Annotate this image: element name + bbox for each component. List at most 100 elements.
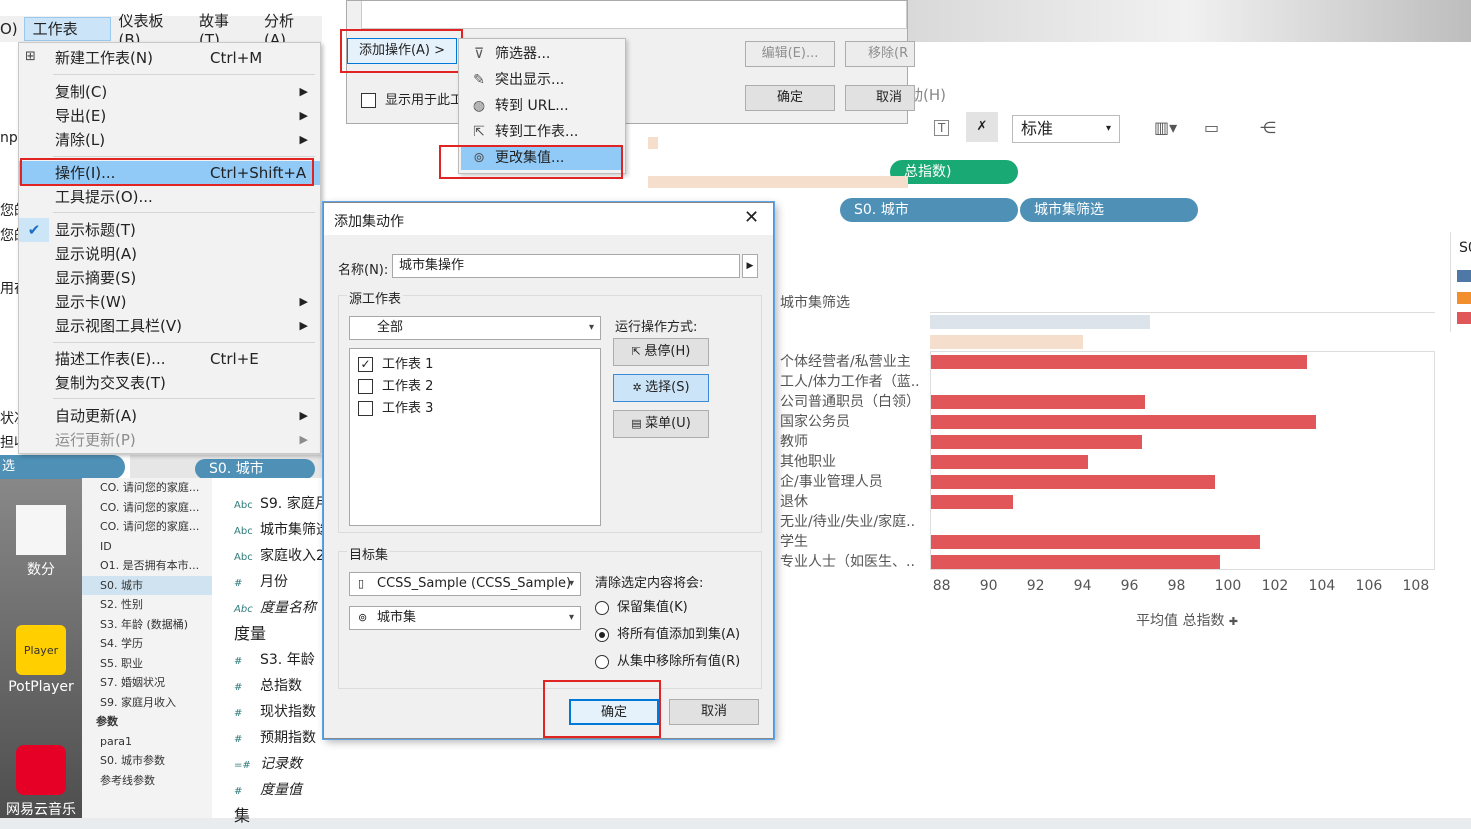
desktop-icon-potplayer[interactable]: Player PotPlayer [0,625,82,695]
chevron-down-icon: ▾ [588,322,594,333]
list-item[interactable]: ID [82,537,212,557]
category-label: 个体经营者/私营业主 [780,354,911,370]
x-tick-label: 90 [979,578,998,594]
menu-item-view-toolbar[interactable]: 显示视图工具栏(V) ▶ [19,314,320,338]
list-item[interactable]: S9. 家庭月收入 [82,693,212,713]
edit-button[interactable]: 编辑(E)... [745,41,835,67]
menu-item-new-sheet[interactable]: 新建工作表(N) Ctrl+M [19,46,320,70]
list-item[interactable]: S4. 学历 [82,634,212,654]
menu-item-show-title[interactable]: ✔ 显示标题(T) [19,218,320,242]
hover-button[interactable]: ⇱ 悬停(H) [613,338,709,366]
ok-button[interactable]: 确定 [745,85,835,111]
background-bar [648,176,908,188]
globe-icon: ◍ [472,98,486,114]
desktop-icon-netease[interactable]: 网易云音乐 [0,745,82,819]
share-icon[interactable]: ⋲ [1260,118,1276,137]
target-datasource-combo[interactable]: ▯ CCSS_Sample (CCSS_Sample) ▾ [349,572,581,596]
close-icon[interactable]: ✕ [744,207,759,228]
list-item[interactable]: S7. 婚姻状况 [82,673,212,693]
menu-item-clear[interactable]: 清除(L) ▶ [19,128,320,152]
list-item[interactable]: S5. 职业 [82,654,212,674]
menu-item-show-cards[interactable]: 显示卡(W) ▶ [19,290,320,314]
menu-item-copy-crosstab[interactable]: 复制为交叉表(T) [19,371,320,395]
pin-icon: ✚ [1228,615,1239,628]
presentation-icon[interactable]: ▭ [1204,118,1219,137]
target-set-combo[interactable]: ⊚ 城市集 ▾ [349,606,581,630]
menu-item-describe[interactable]: 描述工作表(E)... Ctrl+E [19,347,320,371]
show-actions-checkbox[interactable]: 显示用于此工 [361,89,463,108]
submenu-arrow-icon: ▶ [299,85,308,98]
number-type-icon: # [234,734,243,745]
menu-fragment[interactable]: O) [0,20,24,38]
list-item-selected[interactable]: S0. 城市 [82,575,212,595]
bar[interactable] [931,535,1260,549]
pill-city-set-filter[interactable]: 城市集筛选 [1020,198,1198,222]
menu-item-auto-update[interactable]: 自动更新(A) ▶ [19,404,320,428]
bar[interactable] [931,475,1216,489]
submenu-item-filter[interactable]: ⊽ 筛选器... [461,42,623,66]
pill-total-index[interactable]: 总指数) [890,160,1018,184]
radio-add-all[interactable]: 将所有值添加到集(A) [595,623,740,642]
remove-button[interactable]: 移除(R [845,41,915,67]
name-input[interactable]: 城市集操作 [392,254,740,278]
text-icon[interactable]: T [934,120,950,136]
bar[interactable] [931,355,1307,369]
list-item[interactable]: CO. 请问您的家庭... [82,517,212,537]
chevron-down-icon: ▾ [568,578,574,589]
bar[interactable] [931,435,1143,449]
menu-item-show-summary[interactable]: 显示摘要(S) [19,266,320,290]
menu-item-show-caption[interactable]: 显示说明(A) [19,242,320,266]
menu-item-run-update[interactable]: 运行更新(P) ▶ [19,428,320,452]
cancel-button[interactable]: 取消 [845,85,915,111]
list-item[interactable]: para1 [82,732,212,752]
bar[interactable] [931,415,1317,429]
filter-pill-fragment[interactable]: 选 [0,455,125,479]
checkmark-icon: ✔ [19,218,49,242]
list-item[interactable]: 参考线参数 [82,771,212,791]
menu-item-export[interactable]: 导出(E) ▶ [19,104,320,128]
submenu-item-url[interactable]: ◍ 转到 URL... [461,94,623,118]
select-button[interactable]: ✲ 选择(S) [613,374,709,402]
radio-remove-all[interactable]: 从集中移除所有值(R) [595,650,740,669]
sheet-checkbox-2[interactable]: 工作表 2 [358,375,433,394]
bar[interactable] [931,555,1220,569]
cancel-button[interactable]: 取消 [669,699,759,725]
list-item[interactable]: S0. 城市参数 [82,751,212,771]
source-sheet-combo[interactable]: 全部 ▾ [349,316,601,340]
bar-chart: 城市集筛选 个体经营者/私营业主 工人/体力工作者（蓝.. 公司普通职员（白领） 国家… [780,290,1440,630]
fit-dropdown[interactable]: 标准 ▾ [1012,115,1120,143]
menu-item-tooltip[interactable]: 工具提示(O)... [19,185,320,209]
bar[interactable] [931,395,1145,409]
submenu-arrow-icon: ▶ [299,109,308,122]
dialog-title: 添加集动作 [334,214,404,230]
bar[interactable] [931,455,1089,469]
sheet-checkbox-1[interactable]: ✓ 工作表 1 [358,353,433,372]
bar[interactable] [931,495,1014,509]
submenu-arrow-icon: ▶ [299,433,308,446]
radio-keep[interactable]: 保留集值(K) [595,596,688,615]
measure-item[interactable]: # 度量值 [212,777,474,803]
list-item[interactable]: O1. 是否拥有本市... [82,556,212,576]
tooltip-toggle-icon[interactable]: ✗ [966,112,998,142]
desktop-icon-doc[interactable]: 数分 [0,505,82,579]
click-icon: ✲ [632,381,646,394]
category-label: 退休 [780,494,808,510]
list-item[interactable]: S2. 性别 [82,595,212,615]
measure-item[interactable]: =# 记录数 [212,751,474,777]
sheet-checkbox-3[interactable]: 工作表 3 [358,397,433,416]
submenu-item-highlight[interactable]: ✎ 突出显示... [461,68,623,92]
submenu-item-goto-sheet[interactable]: ⇱ 转到工作表... [461,120,623,144]
string-type-icon: Abc [234,604,253,615]
show-me-icon[interactable]: ▥▾ [1154,118,1177,137]
list-item[interactable]: S3. 年龄 (数据桶) [82,615,212,635]
group-label: 目标集 [347,544,391,563]
highlight-box [439,145,623,179]
category-label: 其他职业 [780,454,836,470]
insert-field-arrow-icon[interactable]: ▶ [742,254,758,278]
list-item[interactable]: CO. 请问您的家庭... [82,478,212,498]
menu-item-duplicate[interactable]: 复制(C) ▶ [19,80,320,104]
pill-city-marks[interactable]: S0. 城市 [195,459,315,479]
list-item[interactable]: CO. 请问您的家庭... [82,498,212,518]
menu-button[interactable]: ▤ 菜单(U) [613,410,709,438]
menu-worksheet[interactable]: 工作表(W) [23,17,111,60]
